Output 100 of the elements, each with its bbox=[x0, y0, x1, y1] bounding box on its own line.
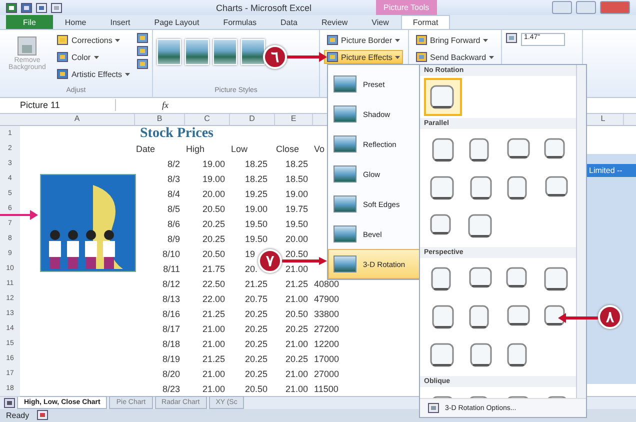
table-cell: 47900 bbox=[313, 294, 340, 304]
picture-format-button[interactable]: Picture Effects bbox=[324, 50, 404, 64]
table-cell-text: 21.00 bbox=[201, 384, 226, 394]
scrollbar[interactable] bbox=[576, 65, 586, 398]
effect-icon bbox=[333, 195, 357, 213]
column-label: Close bbox=[275, 144, 300, 154]
effect-icon bbox=[333, 105, 357, 123]
table-cell: 33800 bbox=[313, 308, 340, 319]
clipart-picture[interactable] bbox=[40, 174, 136, 272]
effect-icon bbox=[333, 165, 357, 183]
table-cell-text: 20.25 bbox=[244, 308, 269, 319]
arrange-button[interactable]: Send Backward bbox=[413, 50, 498, 64]
picture-format-button[interactable]: Picture Border bbox=[324, 33, 404, 47]
callout-arrow bbox=[287, 51, 327, 63]
pointer-arrow bbox=[0, 209, 38, 221]
table-cell-text: 20.25 bbox=[244, 338, 269, 349]
caret-icon bbox=[115, 38, 120, 42]
table-cell-text: 18.25 bbox=[244, 174, 269, 184]
arrange-button[interactable]: Bring Forward bbox=[413, 33, 498, 47]
caret-icon bbox=[483, 38, 488, 42]
sheet-title: Stock Prices bbox=[139, 126, 214, 142]
table-cell-text: 21.25 bbox=[284, 278, 309, 289]
rotated-square-icon bbox=[429, 341, 457, 369]
function-label: fx bbox=[162, 100, 168, 110]
table-cell: 11500 bbox=[313, 384, 340, 394]
table-cell-text: 8/6 bbox=[166, 218, 181, 229]
table-cell-text: 21.00 bbox=[284, 264, 309, 274]
table-cell-text: 8/20 bbox=[161, 368, 181, 379]
column-label: Low bbox=[230, 144, 249, 154]
table-cell-text: 8/11 bbox=[162, 264, 181, 274]
table-cell-text: 21.25 bbox=[244, 278, 269, 289]
table-cell-text: 8/10 bbox=[161, 248, 181, 259]
table-cell-text: 8/12 bbox=[161, 278, 181, 289]
picture-style-thumbnail[interactable] bbox=[157, 39, 181, 65]
caret-icon bbox=[94, 56, 99, 58]
ribbon-tab[interactable]: Page Layout bbox=[142, 15, 212, 29]
table-cell-text: 21.00 bbox=[201, 338, 226, 349]
effect-icon bbox=[333, 75, 357, 93]
table-cell-text: 20. bbox=[244, 264, 259, 274]
table-cell-text: 18.25 bbox=[284, 158, 309, 169]
picture-style-thumbnail[interactable] bbox=[213, 39, 237, 65]
column-label: Vo bbox=[313, 144, 326, 154]
table-cell-text: 19 bbox=[244, 248, 256, 259]
table-cell-text: 20.25 bbox=[284, 324, 309, 334]
rotated-square-icon bbox=[543, 265, 571, 293]
caret-icon bbox=[395, 56, 400, 58]
ribbon-tab[interactable]: Formulas bbox=[211, 15, 269, 29]
table-cell-text: 20.25 bbox=[284, 354, 309, 364]
table-cell: 17000 bbox=[313, 354, 340, 364]
table-cell-text: 20.50 bbox=[201, 248, 226, 259]
table-cell-text: 20.50 bbox=[244, 384, 269, 394]
table-cell-text: 20.50 bbox=[284, 308, 309, 319]
name-box[interactable]: Picture 11 bbox=[0, 99, 116, 112]
column-header: C bbox=[185, 114, 230, 125]
effect-icon bbox=[333, 255, 357, 273]
table-cell-text: 21.00 bbox=[284, 338, 309, 349]
table-cell-text: 20.25 bbox=[244, 324, 269, 334]
table-cell-text: 22.50 bbox=[201, 278, 226, 289]
table-cell-text: 21.00 bbox=[284, 368, 309, 379]
table-cell-text: 20.25 bbox=[201, 218, 226, 229]
table-cell-text: 20.25 bbox=[244, 354, 269, 364]
rotation-preset[interactable] bbox=[424, 78, 462, 116]
table-cell-text: 22.00 bbox=[201, 294, 226, 304]
table-cell-text: 8/3 bbox=[166, 174, 181, 184]
table-cell-text: 21.00 bbox=[201, 324, 226, 334]
table-cell-text: 8/18 bbox=[161, 338, 181, 349]
table-cell-text: 8/19 bbox=[161, 354, 181, 364]
ribbon-tab[interactable]: Review bbox=[309, 15, 360, 29]
table-cell-text: 20.00 bbox=[284, 234, 309, 244]
table-cell-text: 19.25 bbox=[244, 188, 269, 199]
column-header: A bbox=[20, 114, 135, 125]
caret-icon bbox=[125, 72, 130, 76]
file-tab[interactable]: File bbox=[6, 15, 53, 29]
column-label: Date bbox=[135, 144, 156, 154]
table-cell: 27200 bbox=[313, 324, 340, 334]
window-title: Charts - Microsoft Excel bbox=[216, 2, 312, 12]
adjust-menu-button[interactable]: Corrections bbox=[54, 33, 133, 47]
picture-style-thumbnail[interactable] bbox=[185, 39, 209, 65]
rotated-square-icon bbox=[429, 174, 457, 202]
table-cell-text: 19.00 bbox=[284, 188, 309, 199]
effect-icon bbox=[333, 225, 357, 243]
picture-style-thumbnail[interactable] bbox=[241, 39, 265, 65]
table-cell-text: 20.50 bbox=[201, 204, 226, 214]
table-cell-text: 21.25 bbox=[201, 308, 226, 319]
ribbon-tab[interactable]: Insert bbox=[98, 15, 142, 29]
ribbon-tab[interactable]: Home bbox=[52, 15, 98, 29]
table-cell-text: 20.25 bbox=[201, 234, 226, 244]
chart-title: Limited -- bbox=[585, 164, 636, 177]
column-header: D bbox=[230, 114, 275, 125]
callout-arrow bbox=[558, 312, 600, 324]
ribbon-tab[interactable]: Data bbox=[268, 15, 310, 29]
ribbon-tab[interactable]: Format bbox=[400, 15, 450, 29]
ribbon-tab[interactable]: View bbox=[360, 15, 401, 29]
table-cell-text: 8/9 bbox=[166, 234, 181, 244]
table-cell-text: 19.00 bbox=[201, 158, 226, 169]
caret-icon bbox=[395, 38, 400, 42]
adjust-menu-button[interactable]: Color bbox=[54, 50, 133, 64]
table-cell-text: 20.50 bbox=[284, 248, 309, 259]
table-cell-text: 21.00 bbox=[284, 294, 309, 304]
adjust-menu-button[interactable]: Artistic Effects bbox=[54, 67, 133, 81]
